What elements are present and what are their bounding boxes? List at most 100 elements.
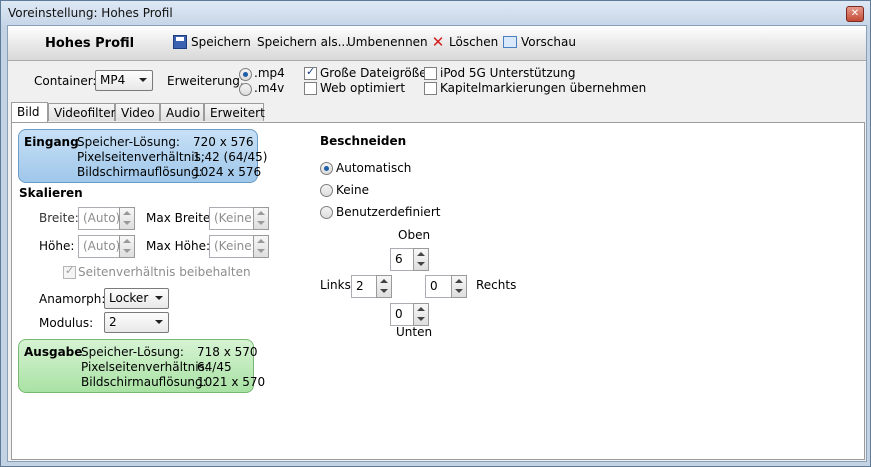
crop-auto-radio[interactable]: [320, 162, 333, 175]
crop-left-spinner[interactable]: 2: [351, 275, 392, 298]
crop-top-spin-buttons[interactable]: [413, 248, 429, 271]
output-storage-value: 718 x 570: [197, 345, 258, 359]
chapters-checkbox[interactable]: [424, 82, 437, 95]
max-width-value: (Keine): [214, 211, 257, 225]
crop-top-value: 6: [395, 252, 403, 266]
crop-bottom-value: 0: [395, 307, 403, 321]
rename-button[interactable]: Umbenennen: [347, 35, 428, 49]
anamorphic-select[interactable]: Locker: [104, 288, 169, 309]
preview-label: Vorschau: [521, 35, 576, 49]
input-info-box: Eingang Speicher-Lösung: 720 x 576 Pixel…: [18, 129, 267, 183]
title-bar[interactable]: Voreinstellung: Hohes Profil ✕: [1, 1, 870, 25]
input-display-value: 1024 x 576: [193, 165, 262, 179]
crop-bottom-spin-buttons[interactable]: [413, 303, 429, 326]
save-button[interactable]: Speichern: [173, 35, 251, 49]
save-label: Speichern: [191, 35, 251, 49]
width-value: (Auto): [83, 211, 121, 225]
ipod-checkbox[interactable]: [424, 67, 437, 80]
modulus-value: 2: [109, 315, 117, 329]
container-value: MP4: [100, 73, 126, 87]
crop-header: Beschneiden: [320, 134, 407, 148]
ext-mp4-label: .mp4: [254, 66, 285, 80]
max-width-spin-buttons[interactable]: [253, 207, 269, 230]
large-file-checkbox[interactable]: [304, 65, 317, 80]
tab-videofilter[interactable]: Videofilter: [48, 103, 116, 121]
width-label: Breite:: [39, 211, 79, 225]
height-spinner[interactable]: (Auto): [78, 235, 135, 258]
client-area: Hohes Profil Speichern Speichern als... …: [7, 25, 867, 462]
crop-right-value: 0: [430, 279, 438, 293]
crop-right-label: Rechts: [476, 278, 517, 292]
preview-button[interactable]: Vorschau: [503, 35, 576, 49]
input-display-key: Bildschirmauflösung:: [77, 165, 203, 179]
delete-button[interactable]: ✕ Löschen: [431, 33, 499, 51]
crop-right-spinner[interactable]: 0: [425, 275, 467, 298]
save-icon: [173, 35, 187, 49]
tab-erweitert[interactable]: Erweitert: [204, 103, 265, 121]
keep-aspect-checkbox[interactable]: [63, 264, 76, 279]
output-display-value: 1021 x 570: [197, 375, 266, 389]
web-optimized-checkbox[interactable]: [304, 82, 317, 95]
container-label: Container:: [34, 74, 97, 88]
max-height-spinner[interactable]: (Keine): [209, 235, 269, 258]
output-header: Ausgabe: [24, 345, 83, 359]
scaling-header: Skalieren: [19, 186, 83, 200]
tab-video[interactable]: Video: [115, 103, 160, 121]
input-par-value: 1,42 (64/45): [193, 150, 268, 164]
tab-bild[interactable]: Bild: [11, 102, 48, 122]
height-value: (Auto): [83, 239, 121, 253]
max-height-spin-buttons[interactable]: [253, 235, 269, 258]
anamorphic-value: Locker: [109, 291, 149, 305]
chapters-label: Kapitelmarkierungen übernehmen: [440, 81, 647, 95]
crop-none-label: Keine: [336, 183, 369, 197]
preview-icon: [503, 36, 517, 48]
output-display-key: Bildschirmauflösung:: [81, 375, 207, 389]
crop-bottom-spinner[interactable]: 0: [390, 303, 429, 326]
input-par-key: Pixelseitenverhältnis:: [77, 150, 205, 164]
output-par-key: Pixelseitenverhältnis:: [81, 360, 209, 374]
input-storage-key: Speicher-Lösung:: [77, 135, 180, 149]
output-storage-key: Speicher-Lösung:: [81, 345, 184, 359]
modulus-label: Modulus:: [39, 316, 94, 330]
profile-name: Hohes Profil: [45, 36, 135, 51]
extension-label: Erweiterung:: [167, 74, 244, 88]
input-header: Eingang: [24, 135, 79, 149]
crop-left-spin-buttons[interactable]: [376, 275, 392, 298]
window-title: Voreinstellung: Hohes Profil: [8, 6, 173, 20]
crop-custom-radio[interactable]: [320, 206, 333, 219]
width-spin-buttons[interactable]: [119, 207, 135, 230]
output-par-value: 64/45: [197, 360, 232, 374]
tab-audio[interactable]: Audio: [160, 103, 204, 121]
crop-right-spin-buttons[interactable]: [451, 275, 467, 298]
rename-label: Umbenennen: [347, 35, 428, 49]
anamorphic-label: Anamorph:: [39, 292, 106, 306]
toolbar: Hohes Profil Speichern Speichern als... …: [8, 26, 866, 61]
container-select[interactable]: MP4: [95, 70, 153, 91]
large-file-label: Große Dateigröße: [320, 66, 427, 80]
width-spinner[interactable]: (Auto): [78, 207, 135, 230]
ext-m4v-radio[interactable]: [239, 83, 252, 96]
ext-mp4-radio[interactable]: [239, 68, 252, 81]
ipod-label: iPod 5G Unterstützung: [440, 66, 576, 80]
crop-left-value: 2: [356, 279, 364, 293]
close-button[interactable]: ✕: [846, 6, 864, 22]
delete-icon: ✕: [431, 33, 445, 51]
crop-custom-label: Benutzerdefiniert: [336, 205, 441, 219]
max-width-spinner[interactable]: (Keine): [209, 207, 269, 230]
crop-top-spinner[interactable]: 6: [390, 248, 429, 271]
height-label: Höhe:: [39, 239, 75, 253]
save-as-button[interactable]: Speichern als...: [257, 35, 349, 49]
max-height-value: (Keine): [214, 239, 257, 253]
height-spin-buttons[interactable]: [119, 235, 135, 258]
chevron-down-icon: [155, 320, 163, 324]
picture-panel: Eingang Speicher-Lösung: 720 x 576 Pixel…: [11, 122, 865, 460]
window: Voreinstellung: Hohes Profil ✕ Hohes Pro…: [0, 0, 871, 467]
modulus-select[interactable]: 2: [104, 312, 169, 333]
output-info-box: Ausgabe Speicher-Lösung: 718 x 570 Pixel…: [18, 339, 265, 393]
crop-none-radio[interactable]: [320, 184, 333, 197]
save-as-label: Speichern als...: [257, 35, 350, 49]
crop-bottom-label: Unten: [396, 325, 433, 339]
max-height-label: Max Höhe:: [146, 239, 211, 253]
web-optimized-label: Web optimiert: [320, 81, 406, 95]
ext-m4v-label: .m4v: [254, 81, 285, 95]
